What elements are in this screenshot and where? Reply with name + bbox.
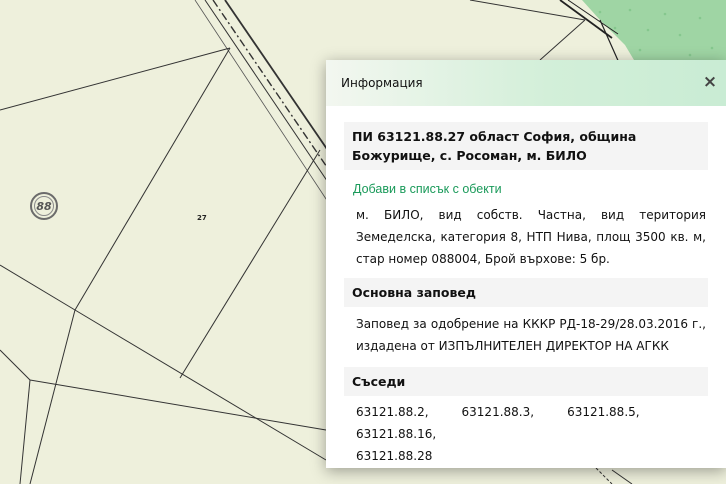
popup-body: ПИ 63121.88.27 област София, община Божу… xyxy=(326,106,726,467)
parcel-number-label: 27 xyxy=(197,214,207,222)
add-to-list-link[interactable]: Добави в списък с обекти xyxy=(353,182,708,196)
order-heading: Основна заповед xyxy=(344,278,708,307)
neighbour-link[interactable]: 63121.88.5, xyxy=(567,401,640,423)
neighbour-link[interactable]: 63121.88.28 xyxy=(356,445,432,467)
block-number-badge: 88 xyxy=(30,192,58,220)
close-button[interactable]: × xyxy=(700,72,720,92)
parcel-description: м. БИЛО, вид собств. Частна, вид територ… xyxy=(356,208,706,266)
popup-title: Информация xyxy=(341,76,423,90)
neighbour-link[interactable]: 63121.88.16, xyxy=(356,423,436,445)
block-number-text: 88 xyxy=(36,199,52,213)
parcel-heading: ПИ 63121.88.27 област София, община Божу… xyxy=(344,122,708,170)
popup-header: Информация × xyxy=(326,60,726,106)
neighbour-link[interactable]: 63121.88.3, xyxy=(462,401,535,423)
info-popup: Информация × ПИ 63121.88.27 област София… xyxy=(326,60,726,468)
neighbours-heading: Съседи xyxy=(344,367,708,396)
order-text: Заповед за одобрение на КККР РД-18-29/28… xyxy=(356,317,706,353)
neighbours-list: 63121.88.2, 63121.88.3, 63121.88.5, 63121.8… xyxy=(356,401,708,467)
neighbour-link[interactable]: 63121.88.2, xyxy=(356,401,429,423)
